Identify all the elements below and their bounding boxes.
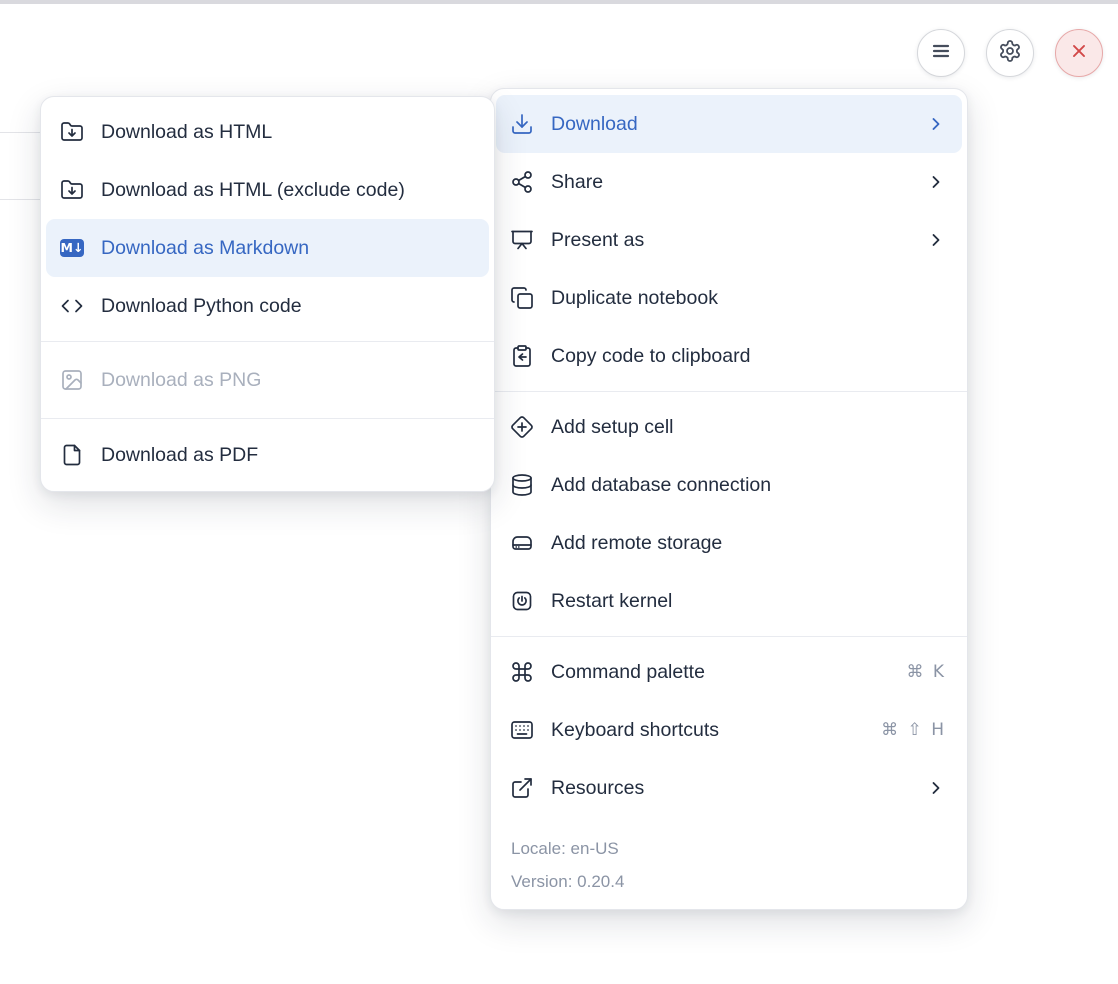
menu-item-label: Present as <box>551 229 926 252</box>
menu-item-add-setup-cell[interactable]: Add setup cell <box>496 398 962 456</box>
gear-icon <box>998 39 1022 68</box>
menu-item-share[interactable]: Share <box>496 153 962 211</box>
menu-item-label: Command palette <box>551 661 906 684</box>
menu-item-label: Keyboard shortcuts <box>551 719 881 742</box>
close-icon <box>1068 40 1090 67</box>
notebook-action-buttons <box>917 29 1103 77</box>
menu-item-add-remote-storage[interactable]: Add remote storage <box>496 514 962 572</box>
menu-item-label: Add remote storage <box>551 532 946 555</box>
file-icon <box>60 443 84 467</box>
menu-item-download-as-markdown[interactable]: M↓ Download as Markdown <box>46 219 489 277</box>
menu-item-label: Download as PDF <box>101 444 473 467</box>
image-icon <box>60 368 84 392</box>
hamburger-icon <box>929 39 953 68</box>
menu-item-duplicate-notebook[interactable]: Duplicate notebook <box>496 269 962 327</box>
background-cell-border <box>0 199 41 200</box>
menu-section: Download as PNG <box>41 342 494 419</box>
menu-item-label: Download as HTML <box>101 121 473 144</box>
diamond-plus-icon <box>510 415 534 439</box>
menu-item-label: Copy code to clipboard <box>551 345 946 368</box>
menu-item-download-as-png: Download as PNG <box>46 351 489 409</box>
copy-icon <box>510 286 534 310</box>
main-menu-sections: Download Share Present as Duplicate noteboo… <box>491 89 967 823</box>
share-icon <box>510 170 534 194</box>
database-icon <box>510 473 534 497</box>
presentation-icon <box>510 228 534 252</box>
chevron-right-icon <box>926 230 946 250</box>
chevron-right-icon <box>926 114 946 134</box>
menu-item-label: Share <box>551 171 926 194</box>
download-icon <box>510 112 534 136</box>
menu-item-add-database-connection[interactable]: Add database connection <box>496 456 962 514</box>
notebook-actions-menu: Download Share Present as Duplicate noteboo… <box>490 88 968 910</box>
menu-item-label: Download as PNG <box>101 369 473 392</box>
close-button[interactable] <box>1055 29 1103 77</box>
settings-button[interactable] <box>986 29 1034 77</box>
shortcut-hint: ⌘ K <box>906 662 946 682</box>
menu-item-resources[interactable]: Resources <box>496 759 962 817</box>
external-link-icon <box>510 776 534 800</box>
menu-button[interactable] <box>917 29 965 77</box>
menu-item-copy-code-to-clipboard[interactable]: Copy code to clipboard <box>496 327 962 385</box>
keyboard-icon <box>510 718 534 742</box>
version-text: Version: 0.20.4 <box>511 865 947 898</box>
menu-section: Command palette⌘ KKeyboard shortcuts⌘ ⇧ … <box>491 637 967 823</box>
menu-item-present-as[interactable]: Present as <box>496 211 962 269</box>
menu-item-label: Download Python code <box>101 295 473 318</box>
hard-drive-icon <box>510 531 534 555</box>
menu-item-download-as-html[interactable]: Download as HTML <box>46 103 489 161</box>
download-submenu: Download as HTML Download as HTML (exclud… <box>40 96 495 492</box>
menu-item-label: Duplicate notebook <box>551 287 946 310</box>
top-divider <box>0 0 1118 4</box>
menu-item-restart-kernel[interactable]: Restart kernel <box>496 572 962 630</box>
folder-down-icon <box>60 178 84 202</box>
menu-item-label: Resources <box>551 777 926 800</box>
menu-item-download-as-html-exclude-code[interactable]: Download as HTML (exclude code) <box>46 161 489 219</box>
markdown-icon: M↓ <box>60 236 84 260</box>
menu-section: Download as HTML Download as HTML (exclud… <box>41 97 494 342</box>
menu-item-keyboard-shortcuts[interactable]: Keyboard shortcuts⌘ ⇧ H <box>496 701 962 759</box>
chevron-right-icon <box>926 172 946 192</box>
menu-section: Download Share Present as Duplicate noteboo… <box>491 89 967 392</box>
chevron-right-icon <box>926 778 946 798</box>
menu-item-download-as-pdf[interactable]: Download as PDF <box>46 426 489 484</box>
menu-item-label: Download as HTML (exclude code) <box>101 179 473 202</box>
menu-section: Add setup cell Add database connection Add… <box>491 392 967 637</box>
command-icon <box>510 660 534 684</box>
folder-down-icon <box>60 120 84 144</box>
code-icon <box>60 294 84 318</box>
menu-item-label: Download <box>551 113 926 136</box>
menu-section: Download as PDF <box>41 419 494 491</box>
menu-item-label: Add setup cell <box>551 416 946 439</box>
menu-item-label: Restart kernel <box>551 590 946 613</box>
menu-item-label: Download as Markdown <box>101 237 473 260</box>
shortcut-hint: ⌘ ⇧ H <box>881 720 946 740</box>
app-canvas: Download Share Present as Duplicate noteboo… <box>0 0 1118 984</box>
power-square-icon <box>510 589 534 613</box>
menu-footer: Locale: en-US Version: 0.20.4 <box>491 823 967 909</box>
menu-item-label: Add database connection <box>551 474 946 497</box>
menu-item-download-python-code[interactable]: Download Python code <box>46 277 489 335</box>
menu-item-download[interactable]: Download <box>496 95 962 153</box>
menu-item-command-palette[interactable]: Command palette⌘ K <box>496 643 962 701</box>
background-cell-border <box>0 132 41 133</box>
clipboard-copy-icon <box>510 344 534 368</box>
locale-text: Locale: en-US <box>511 832 947 865</box>
